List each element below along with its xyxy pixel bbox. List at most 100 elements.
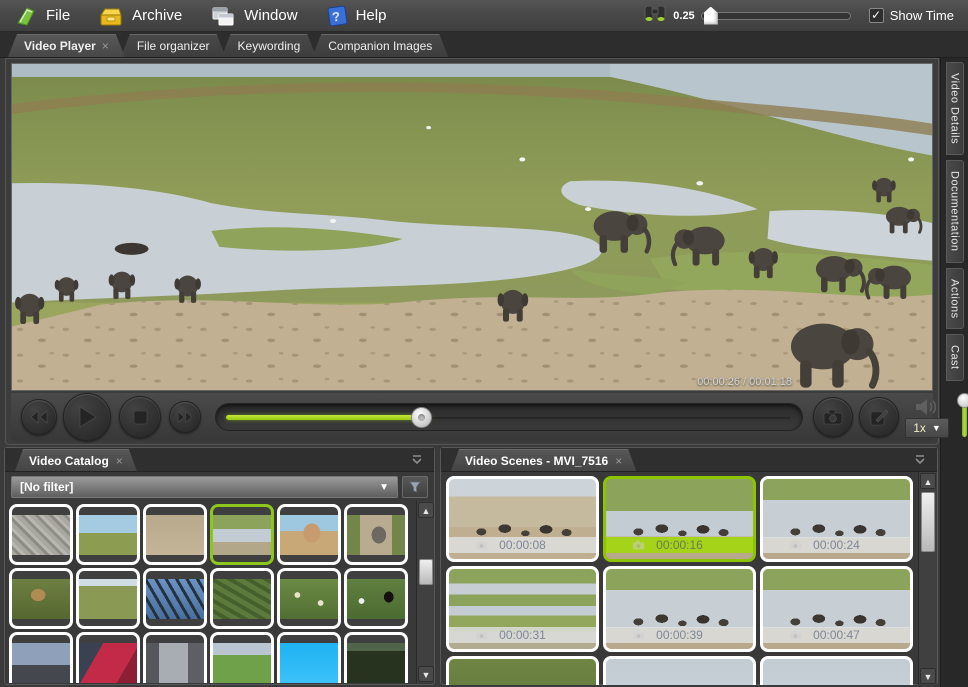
- catalog-thumbnail-waterhole[interactable]: [210, 504, 274, 565]
- catalog-thumbnail-leopard[interactable]: [9, 568, 73, 629]
- close-icon[interactable]: ×: [615, 454, 622, 468]
- scene-timestamp-bar: 00:00:47: [763, 627, 910, 643]
- catalog-thumbnail-city[interactable]: [9, 632, 73, 683]
- video-timestamp: 00:00:26 / 00:01:18: [697, 376, 792, 388]
- catalog-thumbnail-ostrich[interactable]: [143, 504, 207, 565]
- speaker-icon[interactable]: [914, 397, 940, 417]
- scene-thumbnail[interactable]: [760, 656, 913, 685]
- catalog-thumbnail-darktrees[interactable]: [344, 632, 408, 683]
- menu-label: Window: [244, 7, 297, 24]
- volume-thumb[interactable]: [957, 393, 968, 408]
- tab-file-organizer[interactable]: File organizer: [121, 34, 226, 57]
- thumbnail-image: [146, 515, 204, 555]
- scene-thumbnail-000047[interactable]: 00:00:47: [760, 566, 913, 652]
- scene-timestamp-bar: 00:00:08: [449, 537, 596, 553]
- catalog-thumbnail-park[interactable]: [210, 632, 274, 683]
- fast-forward-icon: [177, 411, 193, 423]
- catalog-thumbnail-skybranch[interactable]: [143, 568, 207, 629]
- catalog-thumbnail-savanna[interactable]: [76, 568, 140, 629]
- catalog-tab[interactable]: Video Catalog ×: [15, 449, 137, 471]
- stop-button[interactable]: [119, 396, 161, 438]
- menu-window[interactable]: Window: [196, 0, 311, 32]
- menu-file[interactable]: File: [0, 0, 84, 32]
- edit-pencil-icon: [870, 408, 888, 426]
- seek-thumb[interactable]: [411, 407, 432, 428]
- close-icon[interactable]: ×: [102, 39, 109, 53]
- menu-bar: FileArchive Window ?Help 0.25 ✓ Show Time: [0, 0, 968, 32]
- sidebar-tab-actions[interactable]: Actions: [946, 268, 964, 330]
- play-button[interactable]: [63, 393, 111, 441]
- scrollbar-thumb[interactable]: [419, 559, 433, 585]
- catalog-thumbnails-area: ▲ ▼: [5, 501, 434, 683]
- tab-keywording[interactable]: Keywording: [222, 34, 317, 57]
- catalog-thumbnail-foliage[interactable]: [210, 568, 274, 629]
- camera-icon: [789, 539, 802, 553]
- catalog-thumbnail-giraffe[interactable]: [76, 504, 140, 565]
- catalog-thumbnail-street[interactable]: [143, 632, 207, 683]
- scene-thumbnail[interactable]: [446, 656, 599, 685]
- zoom-slider-thumb[interactable]: [704, 7, 718, 25]
- close-icon[interactable]: ×: [116, 454, 123, 468]
- catalog-thumbnail-lawndog[interactable]: [344, 568, 408, 629]
- scroll-down-arrow[interactable]: ▼: [920, 668, 936, 684]
- playback-speed-dropdown[interactable]: 1x ▼: [905, 418, 949, 438]
- panel-menu-icon[interactable]: [410, 453, 424, 471]
- scene-thumbnail[interactable]: [603, 656, 756, 685]
- main-tab-bar: Video Player×File organizerKeywordingCom…: [0, 32, 968, 58]
- video-display[interactable]: 00:00:26 / 00:01:18: [11, 63, 933, 391]
- show-time-checkbox[interactable]: ✓: [869, 8, 884, 23]
- scene-thumbnail-000008[interactable]: 00:00:08: [446, 476, 599, 562]
- sidebar-tab-cast[interactable]: Cast: [946, 334, 964, 381]
- tab-companion-images[interactable]: Companion Images: [312, 34, 448, 57]
- catalog-thumbnail-bushflower[interactable]: [277, 568, 341, 629]
- thumbnail-image: [12, 643, 70, 683]
- binoculars-icon: [643, 2, 667, 29]
- panel-menu-icon[interactable]: [913, 453, 927, 471]
- thumbnail-image: [213, 515, 271, 555]
- thumbnail-image: [280, 515, 338, 555]
- thumbnail-image: [347, 643, 405, 683]
- seek-bar[interactable]: [215, 403, 803, 431]
- scene-thumbnails-area: 00:00:08 00:00:1600:00:24 00:00:31 00:00:39…: [441, 472, 937, 685]
- filter-dropdown[interactable]: [No filter] ▼: [11, 476, 398, 498]
- fast-forward-button[interactable]: [169, 401, 201, 433]
- scene-thumbnail-000024[interactable]: 00:00:24: [760, 476, 913, 562]
- scenes-scrollbar[interactable]: ▲ ▼: [918, 472, 937, 685]
- sidebar-tab-documentation[interactable]: Documentation: [946, 160, 964, 263]
- scroll-up-arrow[interactable]: ▲: [920, 473, 936, 489]
- snapshot-button[interactable]: [813, 397, 853, 437]
- camera-icon: [823, 409, 843, 425]
- window-icon: [210, 5, 236, 27]
- catalog-thumbnail-portrait[interactable]: [277, 504, 341, 565]
- scene-thumbnail-000031[interactable]: 00:00:31: [446, 566, 599, 652]
- volume-slider[interactable]: [957, 395, 968, 439]
- thumbnail-image: [280, 643, 338, 683]
- thumbnail-image: [280, 579, 338, 619]
- stop-icon: [133, 410, 148, 425]
- scene-timestamp: 00:00:39: [656, 628, 703, 642]
- show-time-label: Show Time: [890, 8, 954, 23]
- camera-icon: [475, 629, 488, 643]
- seek-progress: [226, 415, 431, 420]
- edit-button[interactable]: [859, 397, 899, 437]
- catalog-scrollbar[interactable]: ▲ ▼: [416, 501, 434, 683]
- menu-help[interactable]: ?Help: [312, 0, 401, 32]
- zoom-slider[interactable]: [701, 12, 851, 20]
- scrollbar-thumb[interactable]: [921, 492, 935, 552]
- tab-video-player[interactable]: Video Player×: [8, 34, 125, 57]
- thumbnail-zoom-widget: 0.25: [643, 2, 850, 29]
- scene-thumbnail-000039[interactable]: 00:00:39: [603, 566, 756, 652]
- filter-funnel-button[interactable]: [402, 476, 428, 498]
- rewind-button[interactable]: [21, 399, 57, 435]
- video-scenes-panel: Video Scenes - MVI_7516 × 00:00:0800:00:…: [440, 447, 938, 685]
- scroll-down-arrow[interactable]: ▼: [418, 666, 434, 682]
- sidebar-tab-video-details[interactable]: Video Details: [946, 62, 964, 155]
- scene-thumbnail-000016[interactable]: 00:00:16: [603, 476, 756, 562]
- catalog-thumbnail-redjacket[interactable]: [76, 632, 140, 683]
- catalog-thumbnail-cyansky[interactable]: [277, 632, 341, 683]
- menu-archive[interactable]: Archive: [84, 0, 196, 32]
- catalog-thumbnail-ele-road[interactable]: [344, 504, 408, 565]
- scroll-up-arrow[interactable]: ▲: [418, 502, 434, 518]
- catalog-thumbnail-pebbles[interactable]: [9, 504, 73, 565]
- scenes-tab[interactable]: Video Scenes - MVI_7516 ×: [451, 449, 636, 471]
